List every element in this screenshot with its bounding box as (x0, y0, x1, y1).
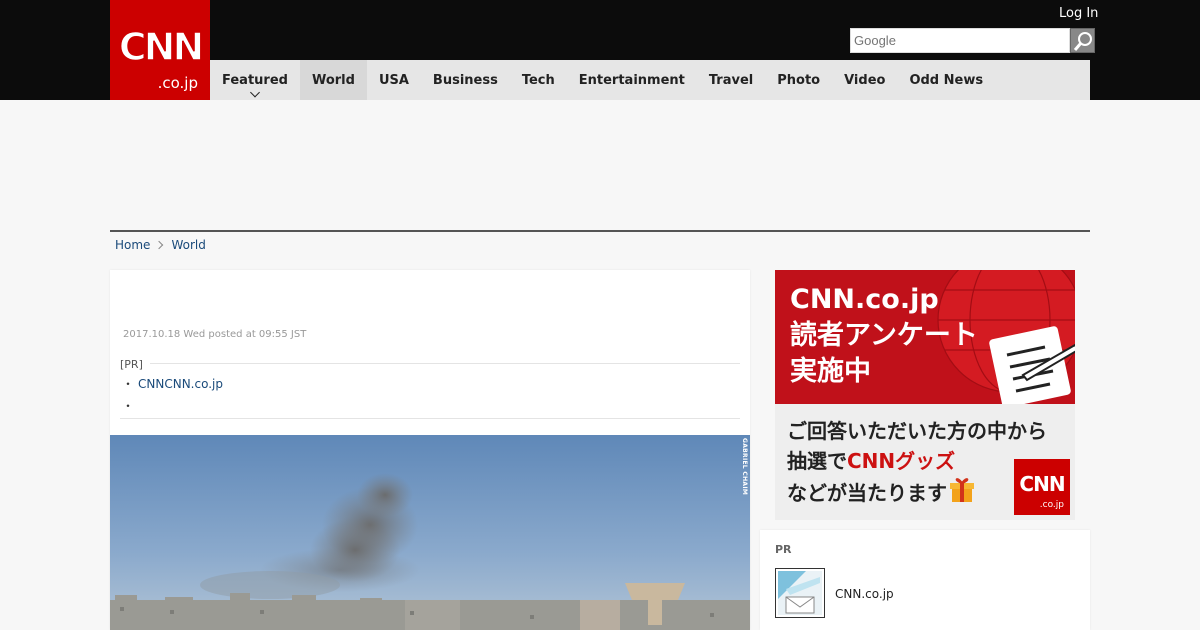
logo-text: CNN (119, 25, 202, 69)
chevron-right-icon (155, 240, 164, 250)
nav-item-entertainment[interactable]: Entertainment (567, 60, 697, 100)
gift-icon (950, 478, 974, 502)
pr-link[interactable]: CNNCNN.co.jp (138, 377, 223, 391)
nav-item-video[interactable]: Video (832, 60, 897, 100)
ad-body-text: などが当たります (787, 481, 947, 505)
nav-label: Video (844, 72, 886, 88)
nav-label: Tech (521, 72, 555, 88)
search-icon (1073, 32, 1092, 51)
nav-item-business[interactable]: Business (421, 60, 510, 100)
survey-ad-banner[interactable]: CNN.co.jp 読者アンケート 実施中 ご回答いただいた方の中から 抽選でC… (775, 270, 1075, 520)
ad-top-panel: CNN.co.jp 読者アンケート 実施中 (775, 270, 1075, 404)
nav-label: USA (378, 72, 409, 88)
pr-list-item: ・ (122, 397, 134, 414)
ad-highlight: CNNグッズ (847, 449, 956, 473)
nav-label: Photo (777, 72, 821, 88)
search-input[interactable] (851, 29, 1069, 52)
pr-label: [PR] (120, 358, 143, 371)
bullet: ・ (122, 399, 135, 413)
ad-title-line: 実施中 (790, 356, 871, 387)
chevron-down-icon (250, 87, 260, 98)
search-button[interactable] (1070, 28, 1095, 53)
logo-small-sub: .co.jp (1040, 500, 1065, 510)
nav-label: Featured (222, 72, 288, 88)
pr-thumbnail[interactable] (775, 568, 825, 618)
photo-credit-text: GABRIEL CHAIM (741, 438, 748, 496)
search-box[interactable] (850, 28, 1070, 53)
pr-box: PR CNN.co.jp (760, 530, 1090, 630)
breadcrumb-world[interactable]: World (171, 238, 205, 252)
article-date: 2017.10.18 Wed posted at 09:55 JST (123, 329, 307, 340)
article-photo[interactable] (110, 435, 750, 630)
pr-bottom-divider (120, 418, 740, 419)
ad-bottom-panel: ご回答いただいた方の中から 抽選でCNNグッズ などが当たります CNN .co… (775, 404, 1075, 520)
logo-sub: .co.jp (158, 74, 198, 92)
nav-label: Business (432, 72, 498, 88)
nav-item-travel[interactable]: Travel (697, 60, 765, 100)
nav-item-world[interactable]: World (299, 60, 367, 100)
logo-small-text: CNN (1019, 472, 1064, 496)
pr-box-label: PR (775, 543, 792, 556)
nav-label: World (311, 72, 355, 88)
nav-label: Travel (708, 72, 754, 88)
ad-title: CNN.co.jp 読者アンケート 実施中 (790, 282, 978, 390)
ad-body-line: ご回答いただいた方の中から (787, 419, 1047, 443)
pr-box-link[interactable]: CNN.co.jp (835, 587, 894, 601)
ad-title-line: 読者アンケート (790, 320, 978, 351)
ad-title-line: CNN.co.jp (790, 284, 939, 315)
ad-body-line: 抽選でCNNグッズ (787, 446, 1047, 476)
bullet: ・ (122, 377, 135, 391)
nav-item-usa[interactable]: USA (367, 60, 421, 100)
login-link[interactable]: Log In (1059, 6, 1098, 21)
nav-label: Odd News (909, 72, 984, 88)
main-nav: Featured World USA Business Tech Enterta… (210, 60, 1090, 100)
cnn-logo[interactable]: CNN .co.jp (110, 0, 210, 100)
nav-item-tech[interactable]: Tech (510, 60, 567, 100)
nav-item-odd-news[interactable]: Odd News (897, 60, 995, 100)
nav-item-photo[interactable]: Photo (765, 60, 832, 100)
breadcrumb-home[interactable]: Home (115, 238, 150, 252)
nav-label: Entertainment (578, 72, 685, 88)
breadcrumb-divider (110, 230, 1090, 232)
ad-body-line: などが当たります (787, 476, 1047, 508)
photo-credit: GABRIEL CHAIM (740, 438, 748, 496)
mail-icon (778, 571, 822, 615)
cnn-logo-small: CNN .co.jp (1014, 459, 1070, 515)
ad-body-text: 抽選で (787, 449, 847, 473)
pr-divider (150, 363, 740, 364)
pr-list-item: ・ CNNCNN.co.jp (122, 375, 223, 392)
breadcrumb: Home World (115, 238, 206, 252)
ad-body: ご回答いただいた方の中から 抽選でCNNグッズ などが当たります (787, 416, 1047, 508)
article-card: 2017.10.18 Wed posted at 09:55 JST [PR] … (110, 270, 750, 630)
nav-item-featured[interactable]: Featured (210, 60, 300, 100)
